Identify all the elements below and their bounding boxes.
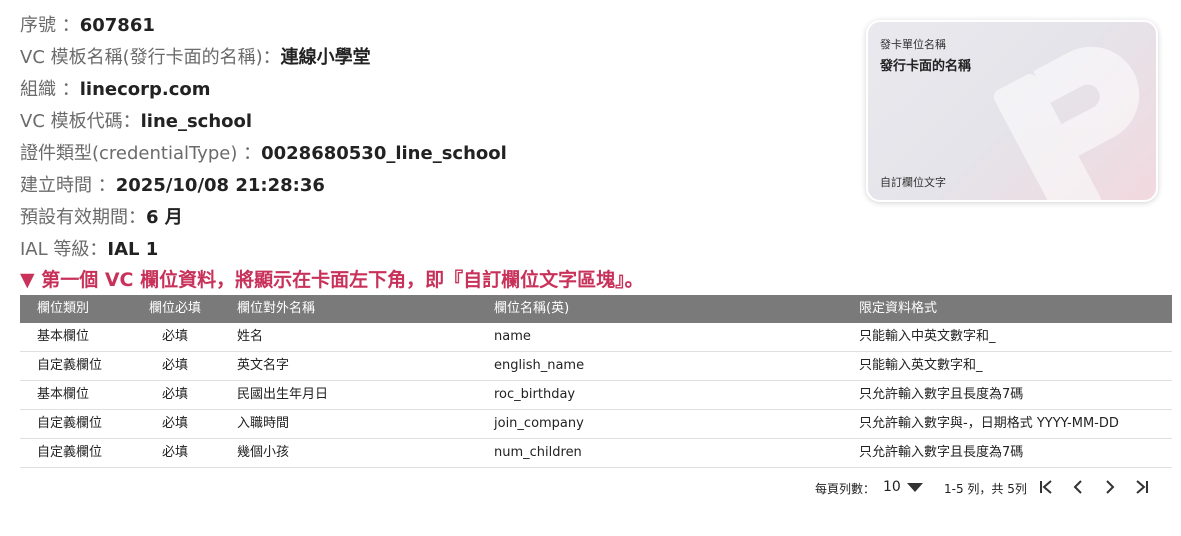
template-code-value: line_school — [140, 111, 253, 132]
ial-row: IAL 等級：IAL 1 — [20, 234, 507, 266]
pagination: 每頁列數： 10 1-5 列，共 5列 — [0, 478, 1181, 498]
cell-display-name: 姓名 — [237, 329, 264, 344]
table-row: 基本欄位 必填 民國出生年月日 roc_birthday 只允許輸入數字且長度為… — [20, 381, 1172, 410]
template-name-label: VC 模板名稱(發行卡面的名稱)： — [20, 47, 281, 68]
header-display-name: 欄位對外名稱 — [237, 301, 316, 316]
template-code-label: VC 模板代碼： — [20, 111, 141, 132]
org-label: 組織 ： — [20, 79, 80, 100]
ial-value: IAL 1 — [107, 239, 159, 260]
page-range: 1-5 列，共 5列 — [944, 482, 1027, 496]
last-page-icon[interactable] — [1134, 478, 1150, 499]
validity-row: 預設有效期間：6 月 — [20, 202, 507, 234]
cell-display-name: 幾個小孩 — [237, 445, 290, 460]
serial-value: 607861 — [79, 15, 155, 36]
cell-display-name: 民國出生年月日 — [237, 387, 329, 402]
cell-category: 自定義欄位 — [37, 445, 103, 460]
chevron-down-icon[interactable] — [907, 483, 923, 492]
card-issuer: 發卡單位名稱 — [880, 38, 946, 51]
card-custom-field: 自訂欄位文字 — [880, 176, 946, 189]
cell-display-name: 入職時間 — [237, 416, 290, 431]
cell-category: 基本欄位 — [37, 329, 90, 344]
credential-type-value: 0028680530_line_school — [261, 143, 507, 164]
cell-display-name: 英文名字 — [237, 358, 290, 373]
org-value: linecorp.com — [79, 79, 211, 100]
cell-format: 只能輸入中英文數字和_ — [859, 329, 996, 344]
card-name: 發行卡面的名稱 — [880, 59, 972, 74]
created-value: 2025/10/08 21:28:36 — [115, 175, 325, 196]
credential-type-label: 證件類型(credentialType) ： — [20, 143, 262, 164]
first-page-icon[interactable] — [1038, 478, 1054, 499]
cell-category: 基本欄位 — [37, 387, 90, 402]
next-page-icon[interactable] — [1102, 478, 1118, 499]
credential-type-row: 證件類型(credentialType) ：0028680530_line_sc… — [20, 138, 507, 170]
card-preview: 發卡單位名稱 發行卡面的名稱 自訂欄位文字 — [866, 20, 1158, 202]
template-name-value: 連線小學堂 — [280, 47, 371, 68]
header-format: 限定資料格式 — [859, 301, 938, 316]
cell-required: 必填 — [162, 387, 189, 402]
cell-category: 自定義欄位 — [37, 358, 103, 373]
validity-value: 6 月 — [146, 207, 183, 228]
table-row: 自定義欄位 必填 幾個小孩 num_children 只允許輸入數字且長度為7碼 — [20, 439, 1172, 468]
template-code-row: VC 模板代碼：line_school — [20, 106, 507, 138]
cell-english-name: name — [494, 329, 531, 344]
cell-required: 必填 — [162, 445, 189, 460]
cell-required: 必填 — [162, 416, 189, 431]
header-english-name: 欄位名稱(英) — [494, 301, 570, 316]
credential-info: 序號 ：607861 VC 模板名稱(發行卡面的名稱)：連線小學堂 組織 ：li… — [20, 10, 507, 266]
cell-category: 自定義欄位 — [37, 416, 103, 431]
cell-format: 只能輸入英文數字和_ — [859, 358, 983, 373]
created-row: 建立時間 ：2025/10/08 21:28:36 — [20, 170, 507, 202]
cell-english-name: roc_birthday — [494, 387, 576, 402]
prev-page-icon[interactable] — [1070, 478, 1086, 499]
table-row: 自定義欄位 必填 英文名字 english_name 只能輸入英文數字和_ — [20, 352, 1172, 381]
cell-required: 必填 — [162, 329, 189, 344]
rows-per-page-label: 每頁列數： — [815, 482, 876, 496]
table-row: 自定義欄位 必填 入職時間 join_company 只允許輸入數字與-，日期格… — [20, 410, 1172, 439]
cell-required: 必填 — [162, 358, 189, 373]
cell-format: 只允許輸入數字與-，日期格式 YYYY-MM-DD — [859, 416, 1119, 431]
cell-english-name: join_company — [494, 416, 584, 431]
validity-label: 預設有效期間： — [20, 207, 146, 228]
cell-english-name: english_name — [494, 358, 585, 373]
serial-label: 序號 ： — [20, 15, 80, 36]
cell-english-name: num_children — [494, 445, 582, 460]
fields-table: 欄位類別 欄位必填 欄位對外名稱 欄位名稱(英) 限定資料格式 基本欄位 必填 … — [20, 295, 1172, 468]
rows-per-page-select[interactable]: 10 — [883, 479, 901, 495]
created-label: 建立時間 ： — [20, 175, 116, 196]
template-name-row: VC 模板名稱(發行卡面的名稱)：連線小學堂 — [20, 42, 507, 74]
serial-row: 序號 ：607861 — [20, 10, 507, 42]
org-row: 組織 ：linecorp.com — [20, 74, 507, 106]
first-field-notice: ▼ 第一個 VC 欄位資料，將顯示在卡面左下角，即『自訂欄位文字區塊』。 — [20, 269, 644, 291]
ial-label: IAL 等級： — [20, 239, 108, 260]
header-category: 欄位類別 — [37, 301, 90, 316]
cell-format: 只允許輸入數字且長度為7碼 — [859, 387, 1024, 402]
header-required: 欄位必填 — [149, 301, 202, 316]
table-header: 欄位類別 欄位必填 欄位對外名稱 欄位名稱(英) 限定資料格式 — [20, 295, 1172, 323]
table-row: 基本欄位 必填 姓名 name 只能輸入中英文數字和_ — [20, 323, 1172, 352]
cell-format: 只允許輸入數字且長度為7碼 — [859, 445, 1024, 460]
